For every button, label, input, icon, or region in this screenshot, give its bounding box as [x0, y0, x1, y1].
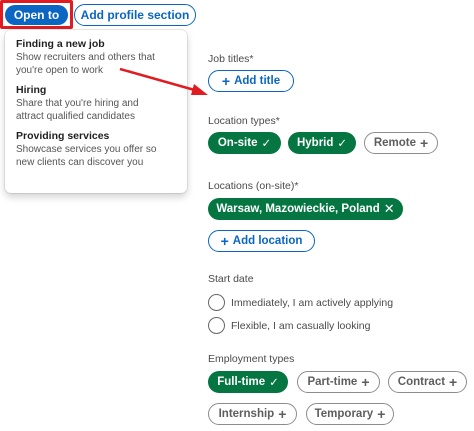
plus-icon: +	[278, 406, 287, 422]
dropdown-item-providing-services[interactable]: Providing services Showcase services you…	[16, 130, 177, 169]
add-profile-section-label: Add profile section	[80, 8, 190, 22]
add-title-label: Add title	[234, 75, 281, 87]
add-location-button[interactable]: + Add location	[208, 230, 315, 252]
plus-icon: +	[220, 233, 229, 249]
open-to-label: Open to	[13, 8, 60, 22]
radio-button[interactable]	[208, 294, 225, 311]
plus-icon: +	[377, 406, 386, 422]
open-to-button[interactable]: Open to	[5, 5, 68, 25]
check-icon: ✓	[261, 138, 272, 150]
location-type-label: On-site	[217, 137, 258, 149]
locations-label: Locations (on-site)*	[208, 180, 299, 192]
dropdown-item-desc: new clients can discover you	[16, 157, 144, 168]
employment-type-parttime[interactable]: Part-time +	[297, 371, 380, 393]
employment-type-label: Internship	[218, 408, 275, 420]
employment-type-contract[interactable]: Contract +	[388, 371, 467, 393]
job-titles-label: Job titles*	[208, 53, 254, 65]
location-type-label: Hybrid	[296, 137, 334, 149]
dropdown-item-title: Providing services	[16, 130, 110, 142]
arrow-icon	[119, 67, 208, 95]
location-type-onsite[interactable]: On-site ✓	[208, 132, 281, 154]
dropdown-item-desc: Show recruiters and others that	[16, 52, 155, 63]
start-date-option-flexible[interactable]: Flexible, I am casually looking	[208, 317, 370, 334]
employment-type-fulltime[interactable]: Full-time ✓	[208, 371, 288, 393]
location-chip-warsaw[interactable]: Warsaw, Mazowieckie, Poland ✕	[208, 198, 403, 220]
employment-type-internship[interactable]: Internship +	[208, 403, 297, 425]
check-icon: ✓	[269, 377, 279, 389]
add-profile-section-button[interactable]: Add profile section	[74, 4, 196, 26]
location-type-hybrid[interactable]: Hybrid ✓	[288, 132, 356, 154]
location-types-label: Location types*	[208, 115, 280, 127]
close-icon[interactable]: ✕	[384, 201, 395, 217]
dropdown-item-desc: Showcase services you offer so	[16, 144, 157, 155]
plus-icon: +	[449, 374, 458, 390]
open-to-dropdown: Finding a new job Show recruiters and ot…	[5, 30, 187, 193]
start-date-option-immediately[interactable]: Immediately, I am actively applying	[208, 294, 393, 311]
employment-type-temporary[interactable]: Temporary +	[306, 403, 394, 425]
dropdown-item-title: Finding a new job	[16, 38, 105, 50]
employment-type-label: Part-time	[307, 376, 358, 388]
employment-type-label: Temporary	[314, 408, 374, 420]
start-date-label: Start date	[208, 273, 254, 285]
radio-button[interactable]	[208, 317, 225, 334]
add-location-label: Add location	[232, 235, 303, 247]
plus-icon: +	[221, 73, 231, 89]
employment-types-label: Employment types	[208, 353, 295, 365]
employment-type-label: Full-time	[217, 376, 266, 388]
plus-icon: +	[361, 374, 370, 390]
radio-label: Flexible, I am casually looking	[231, 319, 371, 332]
check-icon: ✓	[337, 138, 348, 150]
dropdown-item-desc: Share that you're hiring and	[16, 98, 139, 109]
location-type-remote[interactable]: Remote +	[364, 132, 438, 154]
plus-icon: +	[420, 135, 429, 151]
location-chip-label: Warsaw, Mazowieckie, Poland	[216, 203, 380, 215]
location-type-label: Remote	[373, 137, 416, 149]
dropdown-item-desc: attract qualified candidates	[16, 111, 135, 122]
employment-type-label: Contract	[397, 376, 446, 388]
radio-label: Immediately, I am actively applying	[231, 296, 394, 309]
add-title-button[interactable]: + Add title	[208, 70, 294, 92]
